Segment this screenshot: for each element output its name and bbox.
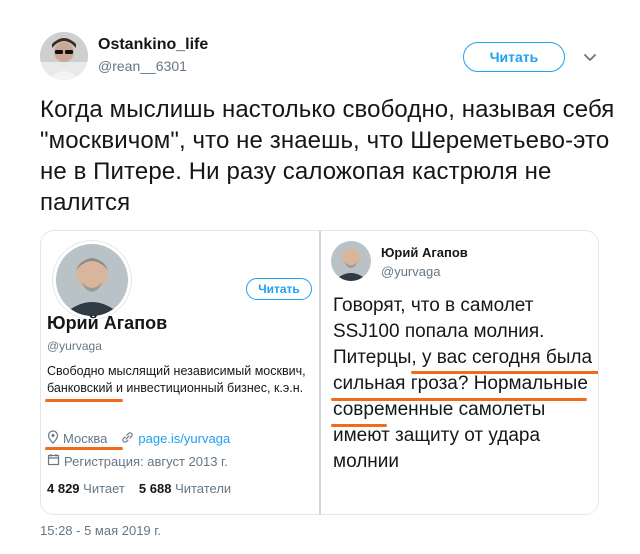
profile-avatar xyxy=(53,241,131,319)
profile-location-row: Москва page.is/yurvaga xyxy=(47,430,230,447)
highlight-underline xyxy=(45,447,123,450)
link-icon xyxy=(121,431,134,447)
follow-button[interactable]: Читать xyxy=(463,42,565,72)
author-handle[interactable]: @rean__6301 xyxy=(98,58,187,74)
profile-name: Юрий Агапов xyxy=(47,313,168,333)
highlight-underline xyxy=(331,398,587,401)
followers-stat: 5 688 Читатели xyxy=(138,481,232,496)
author-avatar[interactable] xyxy=(40,32,88,80)
quoted-tweet: Юрий Агапов @yurvaga Говорят, что в само… xyxy=(321,231,598,514)
chevron-down-icon[interactable] xyxy=(580,47,600,67)
profile-follow-button: Читать xyxy=(246,278,312,300)
profile-bio: Свободно мыслящий независимый москвич, б… xyxy=(47,364,306,395)
profile-handle: @yurvaga xyxy=(47,339,102,353)
author-name[interactable]: Ostankino_life xyxy=(98,36,208,54)
profile-registered-row: Регистрация: август 2013 г. xyxy=(47,453,228,469)
highlight-underline xyxy=(411,371,598,374)
profile-stats: 4 829 Читает 5 688 Читатели xyxy=(47,481,231,496)
profile-registered: Регистрация: август 2013 г. xyxy=(64,453,228,469)
quoted-handle: @yurvaga xyxy=(381,264,441,279)
location-pin-icon xyxy=(47,430,59,447)
profile-location: Москва xyxy=(63,431,108,446)
quoted-name: Юрий Агапов xyxy=(381,245,468,260)
quoted-avatar xyxy=(331,241,371,281)
calendar-icon xyxy=(47,453,60,469)
highlight-underline xyxy=(331,424,387,427)
tweet-timestamp[interactable]: 15:28 - 5 мая 2019 г. xyxy=(40,523,161,538)
highlight-underline xyxy=(45,399,123,402)
quoted-text: Говорят, что в самолет SSJ100 попала мол… xyxy=(333,295,593,472)
tweet-text: Когда мыслишь настолько свободно, называ… xyxy=(40,96,615,216)
profile-card: Читать Юрий Агапов @yurvaga Свободно мыс… xyxy=(41,231,319,514)
profile-link: page.is/yurvaga xyxy=(138,431,231,446)
tweet-media[interactable]: Читать Юрий Агапов @yurvaga Свободно мыс… xyxy=(40,230,599,515)
following-stat: 4 829 Читает xyxy=(47,481,125,496)
